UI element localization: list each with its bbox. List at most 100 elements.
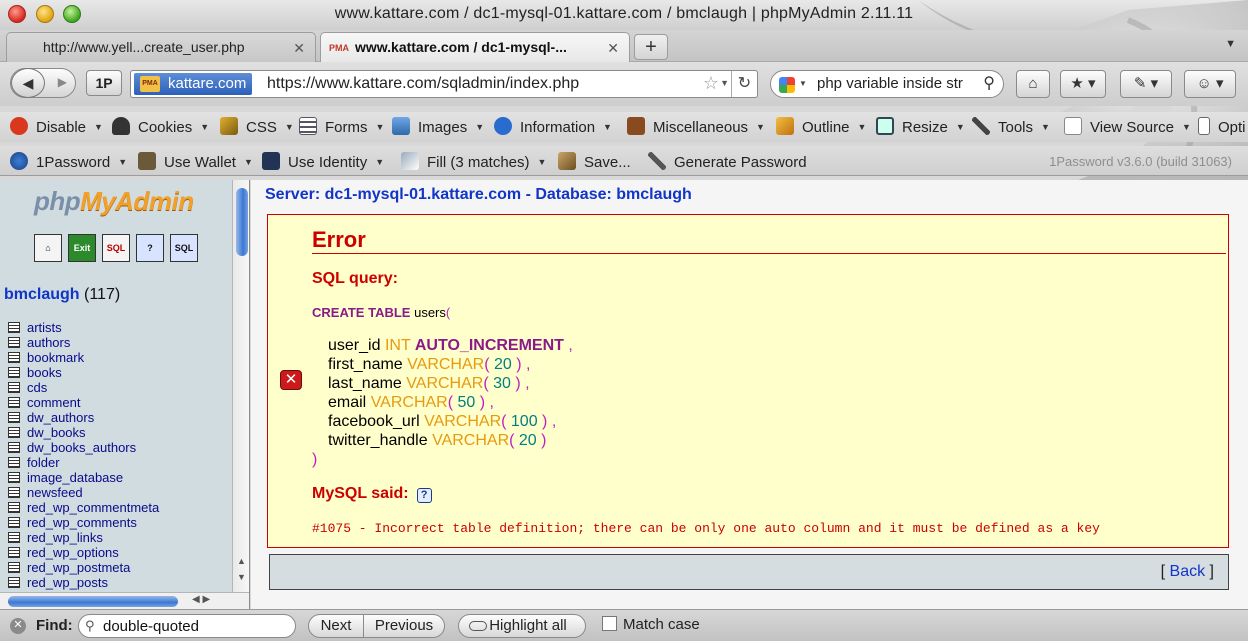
scroll-down-arrow-icon[interactable]: ▼	[237, 572, 246, 582]
forward-button[interactable]: ▶	[58, 75, 67, 89]
table-link[interactable]: image_database	[27, 470, 123, 485]
back-link[interactable]: Back	[1170, 563, 1206, 580]
tab-phpmyadmin[interactable]: PMA www.kattare.com / dc1-mysql-... ✕	[320, 32, 630, 62]
match-case-checkbox[interactable]: Match case	[602, 616, 700, 633]
options-menu[interactable]: Opti	[1198, 117, 1246, 136]
close-tab-icon[interactable]: ✕	[607, 40, 619, 57]
table-icon[interactable]	[8, 382, 20, 393]
table-link[interactable]: dw_authors	[27, 410, 94, 425]
table-link[interactable]: dw_books_authors	[27, 440, 136, 455]
scrollbar-thumb[interactable]	[236, 188, 248, 256]
new-tab-button[interactable]: +	[634, 34, 668, 60]
close-tab-icon[interactable]: ✕	[293, 40, 305, 57]
table-link[interactable]: cds	[27, 380, 47, 395]
checkbox-box[interactable]	[602, 616, 617, 631]
1password-button[interactable]: 1P	[86, 70, 122, 96]
url-history-dropdown-icon[interactable]: ▼	[720, 78, 729, 88]
table-link[interactable]: authors	[27, 335, 70, 350]
table-link[interactable]: artists	[27, 320, 62, 335]
exit-icon[interactable]: Exit	[68, 234, 96, 262]
table-link[interactable]: newsfeed	[27, 485, 83, 500]
use-identity-menu[interactable]: Use Identity ▼	[262, 152, 384, 171]
bookmark-star-icon[interactable]: ☆	[703, 73, 719, 94]
table-link[interactable]: red_wp_commentmeta	[27, 500, 159, 515]
url-bar[interactable]: PMA kattare.com https://www.kattare.com/…	[130, 70, 758, 98]
home-button[interactable]: ⌂	[1016, 70, 1050, 98]
table-link[interactable]: folder	[27, 455, 60, 470]
table-link[interactable]: red_wp_comments	[27, 515, 137, 530]
google-icon[interactable]	[779, 77, 795, 93]
table-icon[interactable]	[8, 337, 20, 348]
table-icon[interactable]	[8, 457, 20, 468]
table-icon[interactable]	[8, 487, 20, 498]
search-engine-dropdown-icon[interactable]: ▼	[799, 79, 807, 88]
phpmyadmin-logo[interactable]: phpMyAdmin	[34, 186, 194, 217]
docs-icon[interactable]: ?	[136, 234, 164, 262]
tools-menu[interactable]: Tools ▼	[972, 117, 1050, 136]
tab-list-icon[interactable]: ▼	[1225, 38, 1236, 50]
reload-button[interactable]: ↻	[731, 71, 757, 97]
table-icon[interactable]	[8, 412, 20, 423]
table-icon[interactable]	[8, 502, 20, 513]
table-link[interactable]: comment	[27, 395, 80, 410]
query-window-icon[interactable]: SQL	[102, 234, 130, 262]
scrollbar-thumb[interactable]	[8, 596, 178, 607]
resize-menu[interactable]: Resize ▼	[876, 117, 965, 136]
bookmarks-button[interactable]: ★ ▾	[1060, 70, 1106, 98]
url-text[interactable]: https://www.kattare.com/sqladmin/index.p…	[267, 75, 579, 93]
left-vertical-scrollbar[interactable]: ▲ ▼	[232, 180, 249, 592]
information-menu[interactable]: Information ▼	[494, 117, 612, 136]
search-icon[interactable]: ⚲	[983, 73, 995, 93]
home-icon[interactable]: ⌂	[34, 234, 62, 262]
table-icon[interactable]	[8, 442, 20, 453]
table-link[interactable]: bookmark	[27, 350, 84, 365]
find-input-value[interactable]: double-quoted	[103, 618, 199, 635]
scroll-up-arrow-icon[interactable]: ▲	[237, 556, 246, 566]
tab-create-user[interactable]: http://www.yell...create_user.php ✕	[6, 32, 316, 62]
close-find-bar-icon[interactable]: ✕	[10, 618, 26, 634]
table-icon[interactable]	[8, 352, 20, 363]
generate-password-button[interactable]: Generate Password	[648, 152, 807, 171]
table-icon[interactable]	[8, 397, 20, 408]
table-link[interactable]: dw_books	[27, 425, 86, 440]
table-icon[interactable]	[8, 517, 20, 528]
sql-docs-icon[interactable]: SQL	[170, 234, 198, 262]
search-bar[interactable]: ▼ php variable inside str ⚲	[770, 70, 1004, 98]
outline-menu[interactable]: Outline ▼	[776, 117, 866, 136]
css-menu[interactable]: CSS ▼	[220, 117, 294, 136]
find-next-button[interactable]: Next	[308, 614, 364, 638]
search-input[interactable]: php variable inside str	[817, 75, 977, 92]
table-icon[interactable]	[8, 562, 20, 573]
find-previous-button[interactable]: Previous	[363, 614, 445, 638]
save-login-button[interactable]: Save...	[558, 152, 631, 171]
table-icon[interactable]	[8, 472, 20, 483]
cookies-menu[interactable]: Cookies ▼	[112, 117, 209, 136]
server-breadcrumb[interactable]: Server: dc1-mysql-01.kattare.com - Datab…	[265, 186, 692, 204]
highlight-all-button[interactable]: Highlight all	[458, 614, 586, 638]
site-identity-button[interactable]: PMA kattare.com	[134, 73, 253, 95]
back-button[interactable]: ◀	[11, 68, 45, 98]
help-icon[interactable]: ?	[416, 488, 432, 503]
table-link[interactable]: red_wp_posts	[27, 575, 108, 590]
table-link[interactable]: red_wp_postmeta	[27, 560, 130, 575]
table-link[interactable]: red_wp_links	[27, 530, 103, 545]
table-icon[interactable]	[8, 577, 20, 588]
table-icon[interactable]	[8, 322, 20, 333]
scroll-left-right-arrows-icon[interactable]: ◀ ▶	[192, 594, 210, 605]
use-wallet-menu[interactable]: Use Wallet ▼	[138, 152, 253, 171]
table-link[interactable]: books	[27, 365, 62, 380]
1password-menu[interactable]: 1Password ▼	[10, 152, 127, 171]
forms-menu[interactable]: Forms ▼	[299, 117, 384, 136]
database-link[interactable]: bmclaugh	[4, 286, 80, 303]
table-icon[interactable]	[8, 427, 20, 438]
disable-menu[interactable]: Disable ▼	[10, 117, 103, 136]
greasemonkey-button[interactable]: ☺ ▾	[1184, 70, 1236, 98]
miscellaneous-menu[interactable]: Miscellaneous ▼	[627, 117, 765, 136]
table-icon[interactable]	[8, 532, 20, 543]
fill-menu[interactable]: Fill (3 matches) ▼	[401, 152, 546, 171]
table-icon[interactable]	[8, 367, 20, 378]
left-horizontal-scrollbar[interactable]: ◀ ▶	[0, 592, 249, 609]
find-input[interactable]: ⚲ double-quoted	[78, 614, 296, 638]
images-menu[interactable]: Images ▼	[392, 117, 484, 136]
table-link[interactable]: red_wp_options	[27, 545, 119, 560]
